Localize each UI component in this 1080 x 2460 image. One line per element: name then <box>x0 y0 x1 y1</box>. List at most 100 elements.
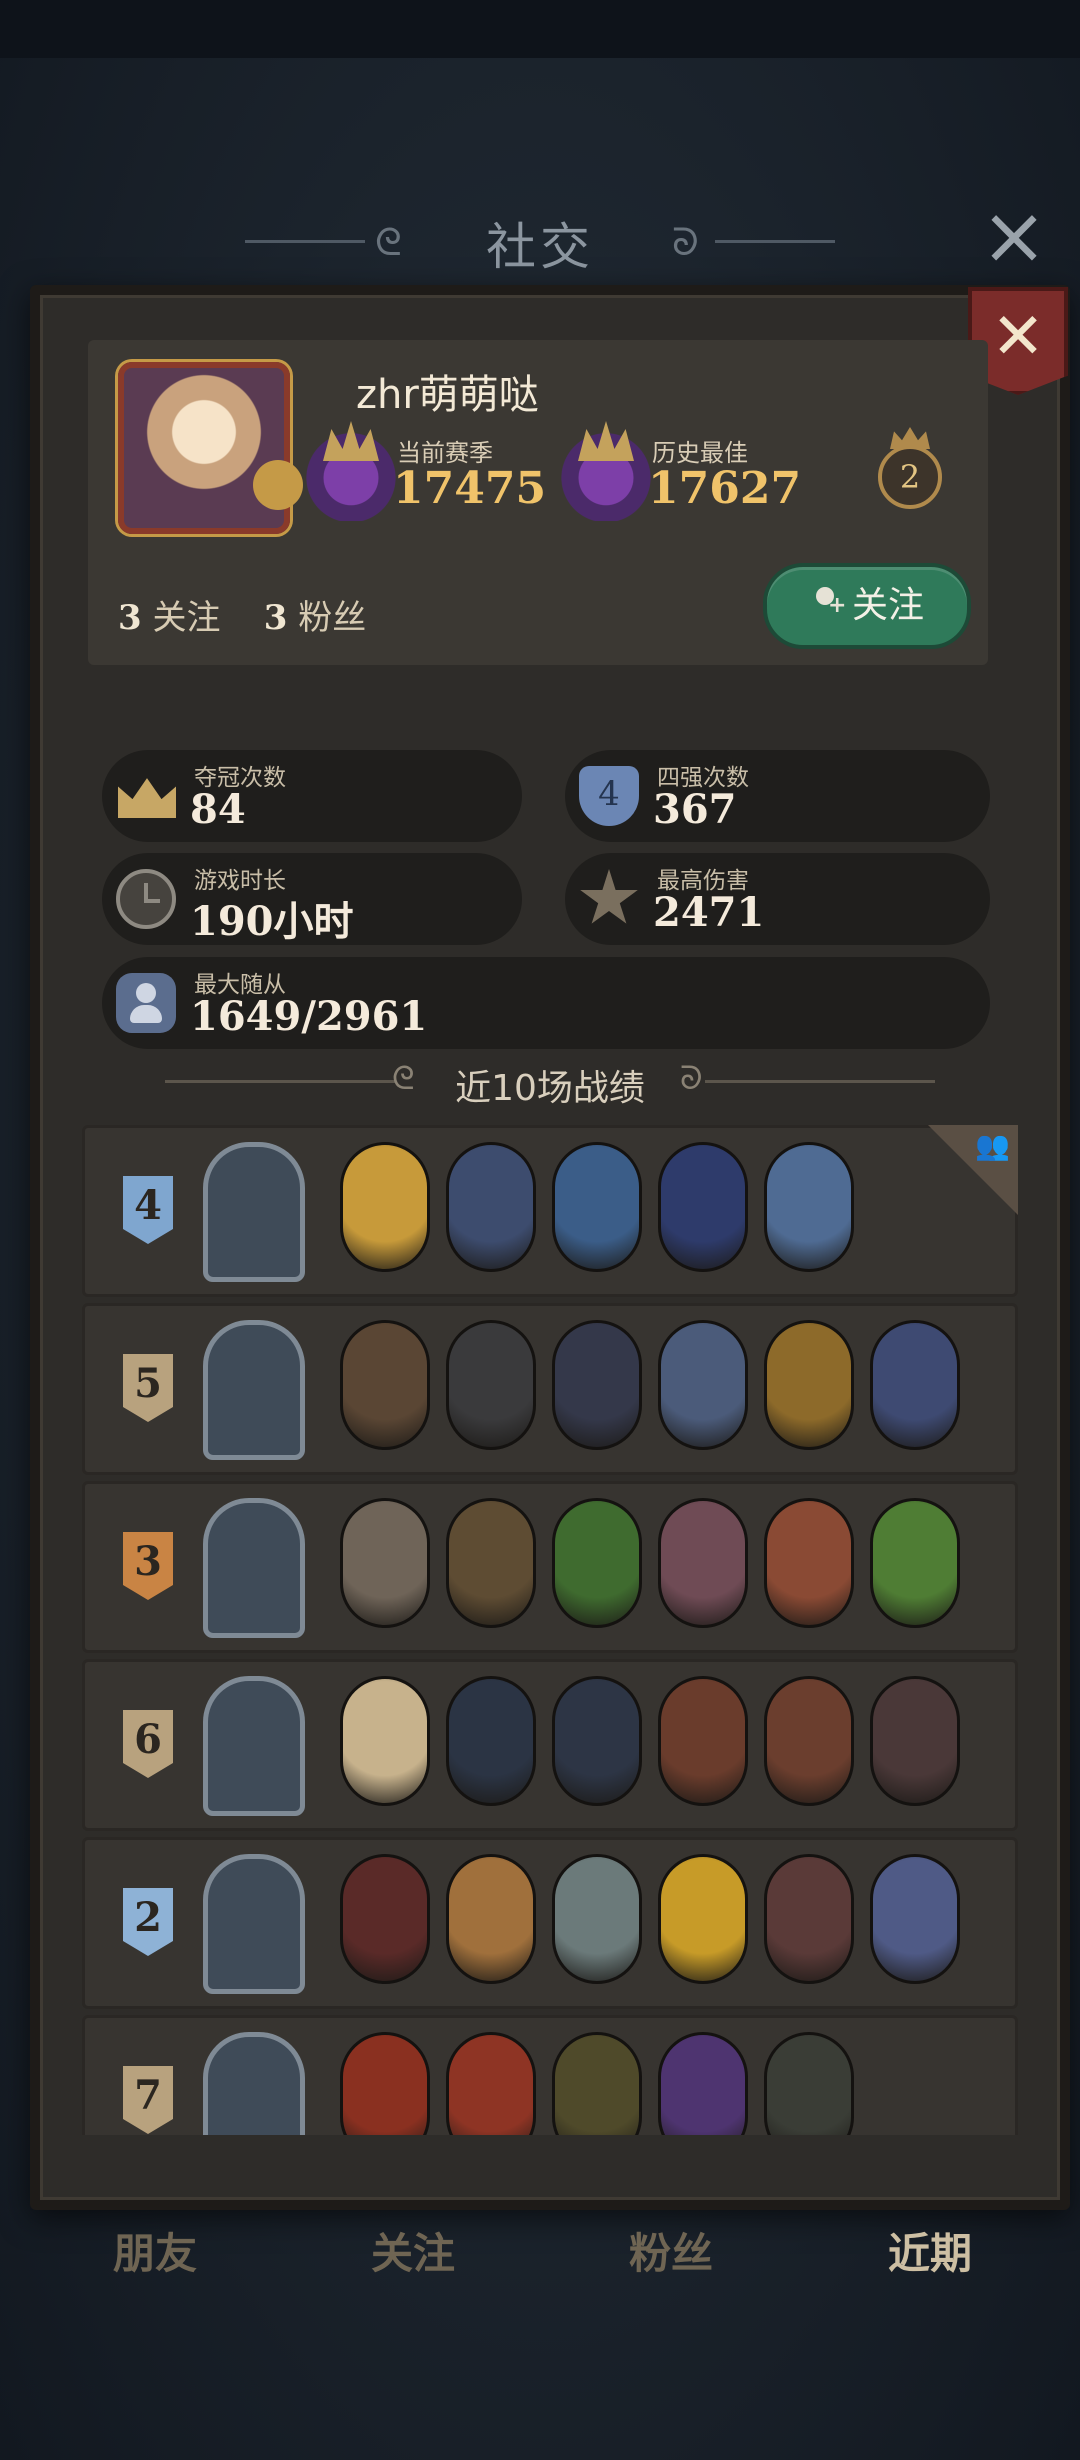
stat-max-minion: 最大随从 1649/2961 <box>102 957 990 1049</box>
minion-portrait[interactable] <box>552 1854 642 1984</box>
stat-max-damage: 最高伤害 2471 <box>565 853 990 945</box>
match-row[interactable]: 7 <box>82 2015 1018 2135</box>
stat-champion: 夺冠次数 84 <box>102 750 522 842</box>
minion-portrait[interactable] <box>340 1142 430 1272</box>
minion-portrait[interactable] <box>552 1498 642 1628</box>
minion-portrait[interactable] <box>764 1320 854 1450</box>
minion-portrait[interactable] <box>340 1498 430 1628</box>
title-divider-right <box>715 240 835 243</box>
hero-portrait[interactable] <box>203 1676 305 1816</box>
following-label: 关注 <box>152 598 221 638</box>
minion-portrait[interactable] <box>764 1142 854 1272</box>
minion-portrait[interactable] <box>870 1498 960 1628</box>
best-rank: 历史最佳 17627 <box>558 425 802 535</box>
minion-portrait[interactable] <box>446 1854 536 1984</box>
stat-value: 1649/2961 <box>190 993 428 1040</box>
minion-portrait[interactable] <box>552 1320 642 1450</box>
following-count: 3 <box>118 598 142 638</box>
tab-recent[interactable]: 近期 <box>830 2220 1030 2281</box>
hero-portrait[interactable] <box>203 1498 305 1638</box>
swirl-right-icon: ᘐ <box>680 1059 703 1097</box>
stat-value: 367 <box>653 786 737 833</box>
follow-button[interactable]: 关注 <box>763 563 971 649</box>
tab-followers[interactable]: 粉丝 <box>571 2220 771 2281</box>
add-user-icon <box>810 587 846 621</box>
recent-matches-title: 近10场战绩 <box>455 1068 645 1109</box>
avatar[interactable] <box>118 362 290 534</box>
best-rank-score: 17627 <box>648 463 802 514</box>
close-icon[interactable]: × <box>978 196 1050 276</box>
followers-label: 粉丝 <box>298 598 367 638</box>
minion-portrait[interactable] <box>340 1320 430 1450</box>
match-row[interactable]: 6 <box>82 1659 1018 1831</box>
best-rank-emblem-icon <box>558 425 654 521</box>
minion-portrait[interactable] <box>446 1498 536 1628</box>
placement-badge: 5 <box>123 1354 173 1422</box>
crown-level-badge[interactable]: 2 <box>878 445 942 509</box>
placement-badge: 7 <box>123 2066 173 2134</box>
minion-card-icon <box>116 973 176 1033</box>
minion-portrait[interactable] <box>764 1498 854 1628</box>
minion-portrait[interactable] <box>340 1854 430 1984</box>
follow-stats: 3 关注 3 粉丝 <box>118 590 366 639</box>
minion-portrait[interactable] <box>658 2032 748 2135</box>
match-row[interactable]: 2 <box>82 1837 1018 2009</box>
minion-portrait[interactable] <box>446 1676 536 1806</box>
match-row[interactable]: 5 <box>82 1303 1018 1475</box>
placement-badge: 3 <box>123 1532 173 1600</box>
match-row[interactable]: 3 <box>82 1481 1018 1653</box>
follow-button-label: 关注 <box>851 585 924 626</box>
recent-matches-header: ᘓ 近10场战绩 ᘐ <box>40 1055 1060 1109</box>
stat-value: 2471 <box>653 889 765 936</box>
swirl-right-icon: ᘐ <box>672 220 699 264</box>
avatar-frame-ornament-icon <box>253 460 303 510</box>
minion-portrait[interactable] <box>658 1676 748 1806</box>
minion-portrait[interactable] <box>870 1676 960 1806</box>
match-row[interactable]: 4 👥 <box>82 1125 1018 1297</box>
current-season-rank: 当前赛季 17475 <box>303 425 546 535</box>
rank-emblem-icon <box>303 425 399 521</box>
minion-portrait[interactable] <box>658 1320 748 1450</box>
hero-portrait[interactable] <box>203 1854 305 1994</box>
match-list[interactable]: 4 👥 5 3 6 2 7 <box>82 1125 1018 2135</box>
tab-friends[interactable]: 朋友 <box>55 2220 255 2281</box>
minion-portrait[interactable] <box>552 1142 642 1272</box>
minion-portrait[interactable] <box>340 2032 430 2135</box>
username: zhr萌萌哒 <box>356 372 539 418</box>
minion-portrait[interactable] <box>552 2032 642 2135</box>
team-mode-icon: 👥 <box>928 1125 1018 1215</box>
minion-portrait[interactable] <box>446 1142 536 1272</box>
minion-portrait[interactable] <box>340 1676 430 1806</box>
page-title: 社交 <box>486 218 594 276</box>
tab-following[interactable]: 关注 <box>313 2220 513 2281</box>
profile-panel: ✕ zhr萌萌哒 当前赛季 17475 历史最佳 17627 2 3 关注 3 … <box>30 285 1070 2210</box>
stat-value: 190小时 <box>190 898 354 945</box>
profile-card: zhr萌萌哒 当前赛季 17475 历史最佳 17627 2 3 关注 3 粉丝… <box>88 340 988 665</box>
minion-portrait[interactable] <box>658 1854 748 1984</box>
minion-portrait[interactable] <box>552 1676 642 1806</box>
minion-portrait[interactable] <box>870 1854 960 1984</box>
minion-portrait[interactable] <box>658 1142 748 1272</box>
placement-badge: 6 <box>123 1710 173 1778</box>
clock-icon <box>116 869 176 929</box>
minion-portrait[interactable] <box>870 1320 960 1450</box>
current-season-score: 17475 <box>393 463 547 514</box>
status-bar <box>0 0 1080 58</box>
hero-portrait[interactable] <box>203 2032 305 2135</box>
minion-portrait[interactable] <box>764 1854 854 1984</box>
followers-count: 3 <box>263 598 288 638</box>
hero-portrait[interactable] <box>203 1320 305 1460</box>
minion-portrait[interactable] <box>446 1320 536 1450</box>
hero-portrait[interactable] <box>203 1142 305 1282</box>
minion-portrait[interactable] <box>658 1498 748 1628</box>
crown-icon <box>116 766 176 826</box>
burst-star-icon <box>579 869 639 929</box>
stat-value: 84 <box>190 786 246 833</box>
section-divider-right <box>705 1080 935 1083</box>
title-bar: ᘓ 社交 ᘐ <box>0 195 1080 285</box>
minion-portrait[interactable] <box>764 1676 854 1806</box>
placement-badge: 4 <box>123 1176 173 1244</box>
minion-portrait[interactable] <box>446 2032 536 2135</box>
minion-portrait[interactable] <box>764 2032 854 2135</box>
stat-top4: 4 四强次数 367 <box>565 750 990 842</box>
